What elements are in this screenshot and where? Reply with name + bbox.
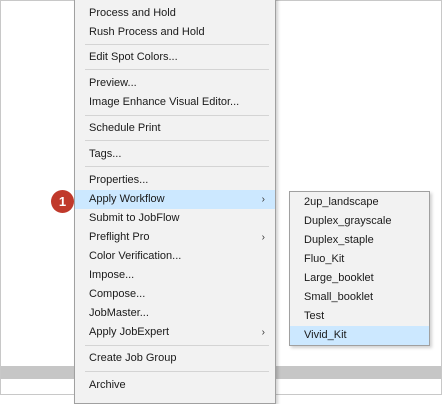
menu-item-preflight-pro[interactable]: Preflight Pro › [75,228,275,247]
menu-item-label: Submit to JobFlow [89,212,180,224]
chevron-right-icon: › [261,194,265,205]
submenu-item-label: Vivid_Kit [304,329,347,341]
submenu-item-fluo-kit[interactable]: Fluo_Kit [290,250,429,269]
menu-item-impose[interactable]: Impose... [75,266,275,285]
menu-item-label: Rush Process and Hold [89,26,205,38]
menu-item-apply-jobexpert[interactable]: Apply JobExpert › [75,323,275,342]
menu-item-label: Color Verification... [89,250,182,262]
submenu-item-duplex-staple[interactable]: Duplex_staple [290,231,429,250]
menu-item-compose[interactable]: Compose... [75,285,275,304]
menu-item-tags[interactable]: Tags... [75,145,275,164]
menu-item-label: Preflight Pro [89,231,150,243]
menu-item-create-job-group[interactable]: Create Job Group [75,349,275,368]
submenu-item-2up-landscape[interactable]: 2up_landscape [290,193,429,212]
menu-separator [85,115,269,116]
menu-item-archive[interactable]: Archive [75,376,275,395]
submenu-item-label: Duplex_staple [304,234,374,246]
menu-item-label: Impose... [89,269,135,281]
submenu-item-test[interactable]: Test [290,307,429,326]
submenu-item-label: Large_booklet [304,272,374,284]
menu-separator [85,69,269,70]
menu-item-label: Apply JobExpert [89,326,170,338]
menu-item-color-verification[interactable]: Color Verification... [75,247,275,266]
menu-item-label: Create Job Group [89,352,177,364]
menu-item-apply-workflow[interactable]: Apply Workflow › [75,190,275,209]
context-menu: Process and Hold Rush Process and Hold E… [74,0,276,404]
menu-item-rush-process-and-hold[interactable]: Rush Process and Hold [75,23,275,42]
menu-item-submit-to-jobflow[interactable]: Submit to JobFlow [75,209,275,228]
menu-separator [85,371,269,372]
menu-item-label: Tags... [89,148,122,160]
menu-item-label: Preview... [89,77,137,89]
submenu-item-label: Small_booklet [304,291,374,303]
menu-item-schedule-print[interactable]: Schedule Print [75,119,275,138]
menu-item-label: Process and Hold [89,7,176,19]
submenu-item-duplex-grayscale[interactable]: Duplex_grayscale [290,212,429,231]
menu-item-label: Edit Spot Colors... [89,51,178,63]
menu-item-jobmaster[interactable]: JobMaster... [75,304,275,323]
menu-item-image-enhance-visual-editor[interactable]: Image Enhance Visual Editor... [75,93,275,112]
menu-separator [85,345,269,346]
submenu-item-vivid-kit[interactable]: Vivid_Kit [290,326,429,345]
submenu-item-label: 2up_landscape [304,196,379,208]
menu-item-label: Image Enhance Visual Editor... [89,96,240,108]
chevron-right-icon: › [261,327,265,338]
menu-item-preview[interactable]: Preview... [75,74,275,93]
menu-item-label: Apply Workflow [89,193,165,205]
menu-item-label: Schedule Print [89,122,161,134]
menu-item-properties[interactable]: Properties... [75,171,275,190]
step-callout-badge: 1 [51,190,74,213]
menu-item-process-and-hold[interactable]: Process and Hold [75,4,275,23]
menu-separator [85,140,269,141]
workflow-submenu: 2up_landscape Duplex_grayscale Duplex_st… [289,191,430,346]
menu-item-edit-spot-colors[interactable]: Edit Spot Colors... [75,48,275,67]
menu-item-label: Archive [89,379,126,391]
submenu-item-label: Duplex_grayscale [304,215,392,227]
menu-separator [85,44,269,45]
submenu-item-large-booklet[interactable]: Large_booklet [290,269,429,288]
menu-item-label: JobMaster... [89,307,149,319]
menu-item-label: Compose... [89,288,146,300]
submenu-item-small-booklet[interactable]: Small_booklet [290,288,429,307]
menu-separator [85,166,269,167]
submenu-item-label: Fluo_Kit [304,253,345,265]
menu-item-label: Properties... [89,174,149,186]
chevron-right-icon: › [261,232,265,243]
submenu-item-label: Test [304,310,325,322]
